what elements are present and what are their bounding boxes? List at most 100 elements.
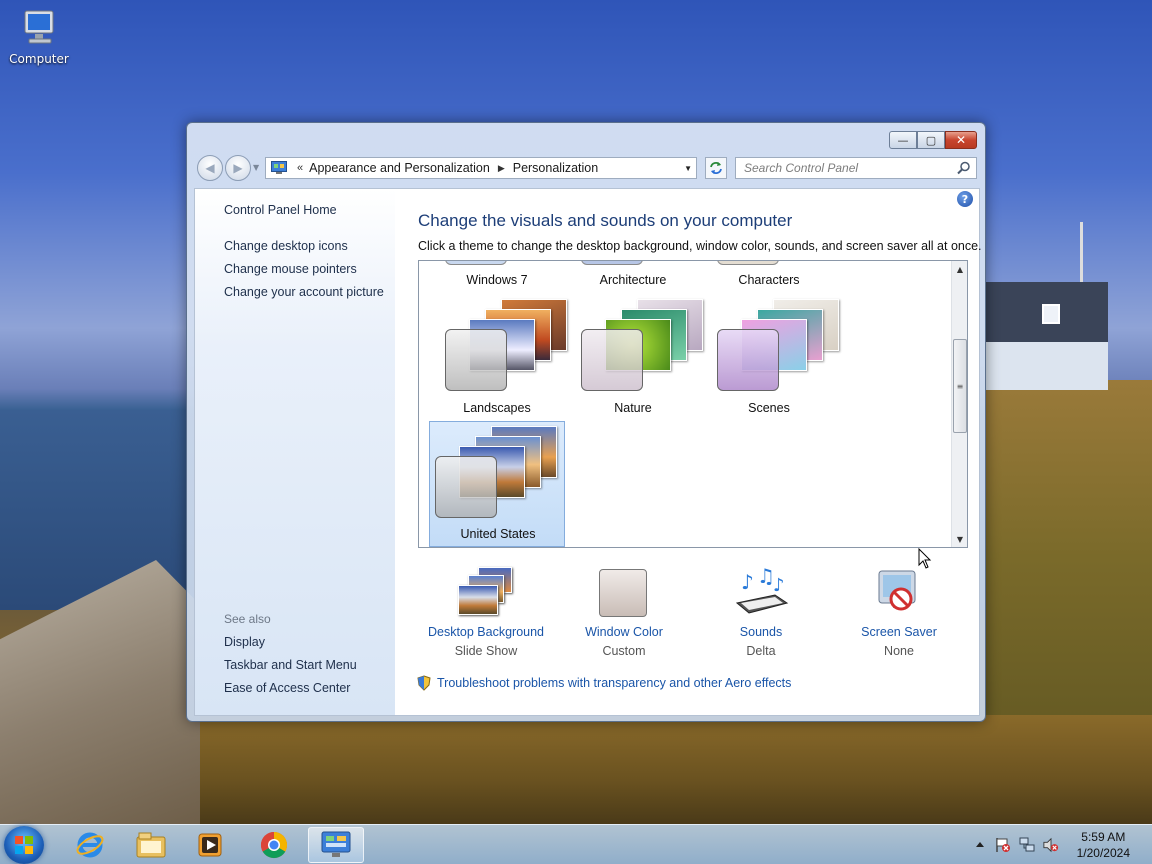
mouse-cursor-icon	[918, 548, 932, 569]
maximize-button[interactable]: ▢	[917, 131, 945, 149]
theme-characters[interactable]: Characters	[701, 261, 837, 287]
close-button[interactable]: ✕	[945, 131, 977, 149]
recent-pages-dropdown[interactable]: ▼	[253, 163, 259, 172]
theme-label: United States	[460, 527, 536, 541]
link-control-panel-home[interactable]: Control Panel Home	[224, 203, 337, 217]
setting-window-color[interactable]: Window Color Custom	[556, 567, 692, 658]
troubleshoot-label[interactable]: Troubleshoot problems with transparency …	[437, 676, 791, 690]
forward-arrow-icon: ▶	[233, 161, 243, 175]
desktop-background-icon	[456, 567, 516, 619]
network-icon[interactable]	[1019, 837, 1035, 853]
breadcrumb-separator-icon[interactable]: ▶	[498, 163, 505, 174]
theme-architecture[interactable]: Architecture	[565, 261, 701, 287]
taskbar-file-explorer[interactable]	[123, 827, 179, 863]
theme-label: Scenes	[748, 401, 790, 415]
volume-muted-icon[interactable]	[1043, 837, 1059, 853]
chrome-icon	[260, 831, 288, 859]
taskbar-chrome[interactable]	[246, 827, 302, 863]
setting-desktop-background[interactable]: Desktop Background Slide Show	[418, 567, 554, 658]
shield-icon	[417, 675, 431, 691]
troubleshoot-aero-link[interactable]: Troubleshoot problems with transparency …	[417, 675, 791, 691]
screen-saver-icon	[869, 567, 929, 619]
page-title: Change the visuals and sounds on your co…	[418, 211, 793, 230]
internet-explorer-icon	[76, 832, 104, 858]
file-explorer-icon	[136, 832, 166, 858]
link-taskbar-start-menu[interactable]: Taskbar and Start Menu	[224, 658, 357, 672]
taskbar-control-panel[interactable]	[308, 827, 364, 863]
theme-landscapes[interactable]: Landscapes	[429, 291, 567, 415]
close-icon: ✕	[955, 133, 967, 147]
link-change-account-picture[interactable]: Change your account picture	[224, 285, 384, 299]
back-button[interactable]: ◀	[197, 155, 223, 181]
theme-list[interactable]: Windows 7 Architecture Characters Landsc…	[418, 260, 968, 548]
svg-text:♪: ♪	[773, 575, 785, 596]
scroll-thumb[interactable]: ≡	[953, 339, 967, 433]
taskbar-internet-explorer[interactable]	[62, 827, 118, 863]
scroll-down-icon[interactable]: ▼	[952, 531, 967, 547]
theme-nature[interactable]: Nature	[565, 291, 703, 415]
minimize-button[interactable]: —	[889, 131, 917, 149]
setting-label[interactable]: Screen Saver	[831, 625, 967, 639]
theme-label: Landscapes	[463, 401, 531, 415]
link-change-mouse-pointers[interactable]: Change mouse pointers	[224, 262, 357, 276]
setting-sounds[interactable]: ♪ ♫ ♪ Sounds Delta	[693, 564, 829, 658]
main-pane: ? Change the visuals and sounds on your …	[395, 189, 982, 715]
setting-screen-saver[interactable]: Screen Saver None	[831, 567, 967, 658]
show-hidden-icons-icon[interactable]	[972, 837, 988, 853]
start-button[interactable]	[4, 826, 44, 864]
action-center-icon[interactable]	[995, 837, 1011, 853]
svg-text:♪: ♪	[741, 570, 754, 594]
taskbar-media-player[interactable]	[182, 827, 238, 863]
link-change-desktop-icons[interactable]: Change desktop icons	[224, 239, 348, 253]
taskbar: 5:59 AM 1/20/2024	[0, 824, 1152, 864]
theme-label: Nature	[614, 401, 652, 415]
desktop-wallpaper-grass	[200, 715, 1152, 824]
search-icon[interactable]	[957, 161, 971, 175]
setting-value: None	[884, 644, 914, 658]
breadcrumb-personalization[interactable]: Personalization	[513, 161, 598, 175]
left-task-pane: Control Panel Home Change desktop icons …	[195, 189, 395, 715]
media-player-icon	[198, 833, 222, 857]
window-color-icon	[594, 567, 654, 619]
theme-list-scrollbar[interactable]: ▲ ≡ ▼	[951, 261, 967, 547]
taskbar-clock[interactable]: 5:59 AM 1/20/2024	[1077, 829, 1130, 861]
scroll-up-icon[interactable]: ▲	[952, 261, 967, 277]
setting-label[interactable]: Sounds	[693, 625, 829, 639]
link-ease-of-access[interactable]: Ease of Access Center	[224, 681, 350, 695]
forward-button[interactable]: ▶	[225, 155, 251, 181]
address-dropdown-icon[interactable]: ▼	[684, 164, 692, 173]
navigation-bar: ◀ ▶ ▼ « Appearance and Personalization ▶…	[195, 155, 979, 181]
caption-buttons: — ▢ ✕	[889, 131, 977, 149]
theme-windows-7[interactable]: Windows 7	[429, 261, 565, 287]
see-also-heading: See also	[224, 612, 271, 626]
desktop-wallpaper-house	[986, 282, 1108, 390]
control-panel-icon	[271, 161, 287, 174]
refresh-icon	[710, 162, 722, 174]
minimize-icon: —	[897, 133, 909, 147]
clock-time: 5:59 AM	[1081, 830, 1126, 844]
address-bar[interactable]: « Appearance and Personalization ▶ Perso…	[265, 157, 697, 179]
desktop-icon-label: Computer	[9, 52, 69, 66]
desktop-icon-computer[interactable]: Computer	[6, 8, 72, 66]
theme-scenes[interactable]: Scenes	[701, 291, 839, 415]
link-display[interactable]: Display	[224, 635, 265, 649]
setting-value: Delta	[746, 644, 776, 658]
help-icon[interactable]: ?	[957, 191, 973, 207]
control-panel-icon	[321, 831, 351, 857]
refresh-button[interactable]	[705, 157, 727, 179]
setting-value: Custom	[602, 644, 646, 658]
search-input[interactable]	[744, 161, 944, 175]
breadcrumb-appearance[interactable]: Appearance and Personalization	[309, 161, 490, 175]
setting-label[interactable]: Window Color	[556, 625, 692, 639]
sounds-icon: ♪ ♫ ♪	[731, 564, 791, 619]
maximize-icon: ▢	[925, 133, 937, 147]
theme-label: Architecture	[599, 273, 667, 287]
search-box[interactable]	[735, 157, 977, 179]
computer-icon	[19, 8, 59, 48]
back-arrow-icon: ◀	[205, 161, 215, 175]
personalization-window: — ▢ ✕ ◀ ▶ ▼ « Appearance and Personaliza…	[186, 122, 986, 722]
address-overflow[interactable]: «	[297, 162, 303, 174]
setting-label[interactable]: Desktop Background	[418, 625, 554, 639]
theme-united-states[interactable]: United States	[429, 421, 565, 547]
window-content: Control Panel Home Change desktop icons …	[194, 188, 982, 716]
